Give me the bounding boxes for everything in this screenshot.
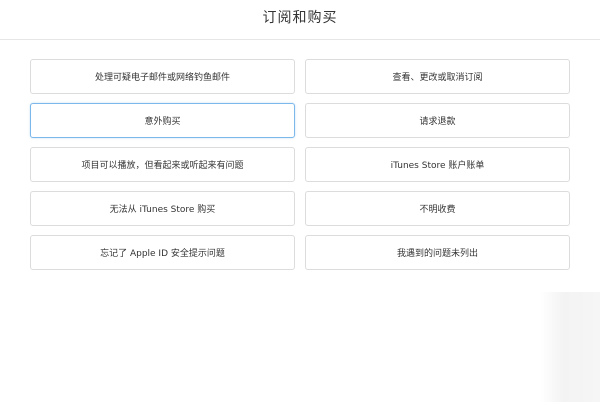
option-label: 我遇到的问题未列出	[396, 249, 478, 259]
option-label: 无法从 iTunes Store 购买	[109, 205, 216, 215]
option-issue-not-listed[interactable]: 我遇到的问题未列出	[305, 235, 570, 270]
option-label: 意外购买	[144, 117, 181, 127]
option-unknown-charge[interactable]: 不明收费	[305, 191, 570, 226]
page-title: 订阅和购买	[262, 9, 338, 26]
corner-shade	[540, 292, 600, 402]
option-suspicious-email[interactable]: 处理可疑电子邮件或网络钓鱼邮件	[30, 59, 295, 94]
option-label: 不明收费	[419, 205, 456, 215]
option-label: 请求退款	[419, 117, 456, 127]
option-forgot-security-questions[interactable]: 忘记了 Apple ID 安全提示问题	[30, 235, 295, 270]
option-itunes-billing[interactable]: iTunes Store 账户账单	[305, 147, 570, 182]
option-label: 忘记了 Apple ID 安全提示问题	[100, 249, 225, 259]
option-label: 查看、更改或取消订阅	[392, 73, 483, 83]
options-grid: 处理可疑电子邮件或网络钓鱼邮件 查看、更改或取消订阅 意外购买 请求退款 项目可…	[30, 59, 570, 270]
option-label: 处理可疑电子邮件或网络钓鱼邮件	[94, 73, 230, 83]
option-label: iTunes Store 账户账单	[390, 161, 485, 171]
option-label: 项目可以播放，但看起来或听起来有问题	[81, 161, 244, 171]
option-request-refund[interactable]: 请求退款	[305, 103, 570, 138]
option-accidental-purchase[interactable]: 意外购买	[30, 103, 295, 138]
option-manage-subscriptions[interactable]: 查看、更改或取消订阅	[305, 59, 570, 94]
option-cannot-purchase[interactable]: 无法从 iTunes Store 购买	[30, 191, 295, 226]
option-playback-issue[interactable]: 项目可以播放，但看起来或听起来有问题	[30, 147, 295, 182]
page-header: 订阅和购买	[0, 0, 600, 40]
